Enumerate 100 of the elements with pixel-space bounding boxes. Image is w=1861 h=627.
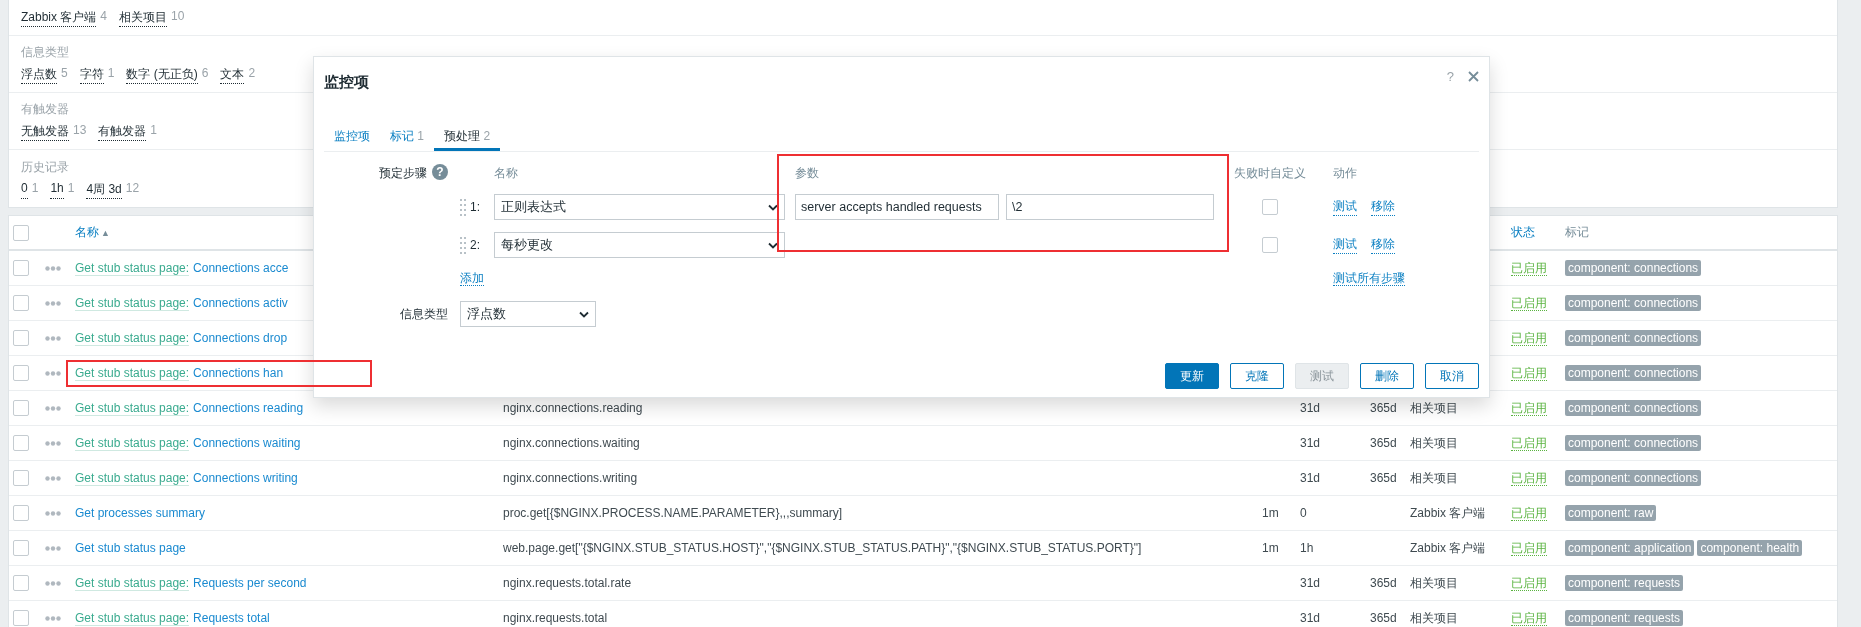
parameter-field[interactable]: \2 [1006,194,1214,220]
filter-link[interactable]: 浮点数 [21,66,57,84]
row-checkbox[interactable] [13,260,29,276]
select-all-checkbox[interactable] [13,224,29,241]
item-name-link[interactable]: Connections activ [193,296,288,310]
parameter-field[interactable]: server accepts handled requests [795,194,999,220]
ellipsis-icon[interactable] [45,440,61,446]
step-type-select[interactable]: 正则表达式 [494,194,785,220]
item-name-link[interactable]: Connections han [193,366,284,380]
row-checkbox[interactable] [13,400,29,416]
test-all-link[interactable]: 测试所有步骤 [1333,271,1405,286]
trends-text: 365d [1370,576,1397,590]
master-item-link[interactable]: Get stub status page: [75,331,190,346]
item-name-link[interactable]: Requests per second [193,576,307,590]
status-link[interactable]: 已启用 [1511,260,1547,276]
row-checkbox[interactable] [13,295,29,311]
custom-on-fail-checkbox[interactable] [1262,237,1278,253]
item-name-link[interactable]: Connections reading [193,401,304,415]
item-name-link[interactable]: Connections drop [193,331,288,345]
tag-badge: component: health [1697,540,1803,556]
tab[interactable]: 预处理 2 [434,125,501,151]
item-name-link[interactable]: Get processes summary [75,506,206,520]
field-label: 信息类型 [400,306,448,323]
filter-link[interactable]: 1h [50,180,64,199]
item-name-link[interactable]: Requests total [193,611,270,625]
ellipsis-icon[interactable] [45,545,61,551]
filter-link[interactable]: Zabbix 客户端 [21,8,97,27]
tag-badge: component: connections [1565,260,1702,276]
tab[interactable]: 标记 1 [380,125,435,151]
item-name-link[interactable]: Connections writing [193,471,298,485]
custom-on-fail-checkbox[interactable] [1262,199,1278,215]
status-link[interactable]: 已启用 [1511,575,1547,591]
step-type-select[interactable]: 每秒更改 [494,232,785,258]
help-icon[interactable]: ? [432,164,448,180]
add-link[interactable]: 添加 [460,271,484,286]
row-checkbox[interactable] [13,365,29,381]
action-link[interactable]: 移除 [1371,198,1395,216]
filter-link[interactable]: 数字 (无正负) [126,66,198,84]
item-name-link[interactable]: Get stub status page [75,541,186,555]
close-icon[interactable] [1468,71,1479,82]
column-header[interactable]: 状态 [1511,225,1535,239]
master-item-link[interactable]: Get stub status page: [75,471,190,486]
status-link[interactable]: 已启用 [1511,365,1547,381]
ellipsis-icon[interactable] [45,475,61,481]
master-item-link[interactable]: Get stub status page: [75,436,190,451]
column-header: 参数 [795,165,820,182]
status-link[interactable]: 已启用 [1511,610,1547,626]
action-link[interactable]: 测试 [1333,236,1357,254]
dialog-button[interactable]: 克隆 [1230,363,1284,389]
ellipsis-icon[interactable] [45,335,61,341]
row-checkbox[interactable] [13,575,29,591]
master-item-link[interactable]: Get stub status page: [75,611,190,626]
status-link[interactable]: 已启用 [1511,470,1547,486]
ellipsis-icon[interactable] [45,510,61,516]
tag-badge: component: requests [1565,575,1684,591]
drag-handle-icon[interactable] [460,236,467,254]
master-item-link[interactable]: Get stub status page: [75,366,190,381]
help-button[interactable]: ? [1446,69,1454,84]
filter-link[interactable]: 无触发器 [21,123,69,141]
dialog-button[interactable]: 取消 [1425,363,1479,389]
ellipsis-icon[interactable] [45,300,61,306]
history-text: 31d [1300,576,1321,590]
status-link[interactable]: 已启用 [1511,505,1547,521]
ellipsis-icon[interactable] [45,370,61,376]
action-link[interactable]: 测试 [1333,198,1357,216]
dialog-button[interactable]: 删除 [1360,363,1414,389]
status-link[interactable]: 已启用 [1511,540,1547,556]
tag-badge: component: connections [1565,470,1702,486]
status-link[interactable]: 已启用 [1511,435,1547,451]
filter-link[interactable]: 文本 [220,66,245,84]
column-header[interactable]: 名称 [75,224,99,241]
status-link[interactable]: 已启用 [1511,330,1547,346]
filter-link[interactable]: 相关项目 [119,8,168,27]
row-checkbox[interactable] [13,540,29,556]
dialog-button[interactable]: 更新 [1165,363,1219,389]
filter-link[interactable]: 有触发器 [98,123,147,141]
ellipsis-icon[interactable] [45,615,61,621]
status-link[interactable]: 已启用 [1511,295,1547,311]
master-item-link[interactable]: Get stub status page: [75,401,190,416]
row-checkbox[interactable] [13,610,29,626]
master-item-link[interactable]: Get stub status page: [75,261,190,276]
item-name-link[interactable]: Connections waiting [193,436,301,450]
tab[interactable]: 监控项 [324,125,380,151]
status-link[interactable]: 已启用 [1511,400,1547,416]
master-item-link[interactable]: Get stub status page: [75,576,190,591]
row-checkbox[interactable] [13,505,29,521]
ellipsis-icon[interactable] [45,580,61,586]
master-item-link[interactable]: Get stub status page: [75,296,190,311]
filter-link[interactable]: 4周 3d [86,180,122,199]
ellipsis-icon[interactable] [45,265,61,271]
info-type-select[interactable]: 浮点数 [460,301,596,327]
row-checkbox[interactable] [13,470,29,486]
filter-link[interactable]: 0 [21,180,28,199]
action-link[interactable]: 移除 [1371,236,1395,254]
ellipsis-icon[interactable] [45,405,61,411]
filter-link[interactable]: 字符 [79,66,104,84]
item-name-link[interactable]: Connections acce [193,261,289,275]
drag-handle-icon[interactable] [460,198,467,216]
row-checkbox[interactable] [13,435,29,451]
row-checkbox[interactable] [13,330,29,346]
